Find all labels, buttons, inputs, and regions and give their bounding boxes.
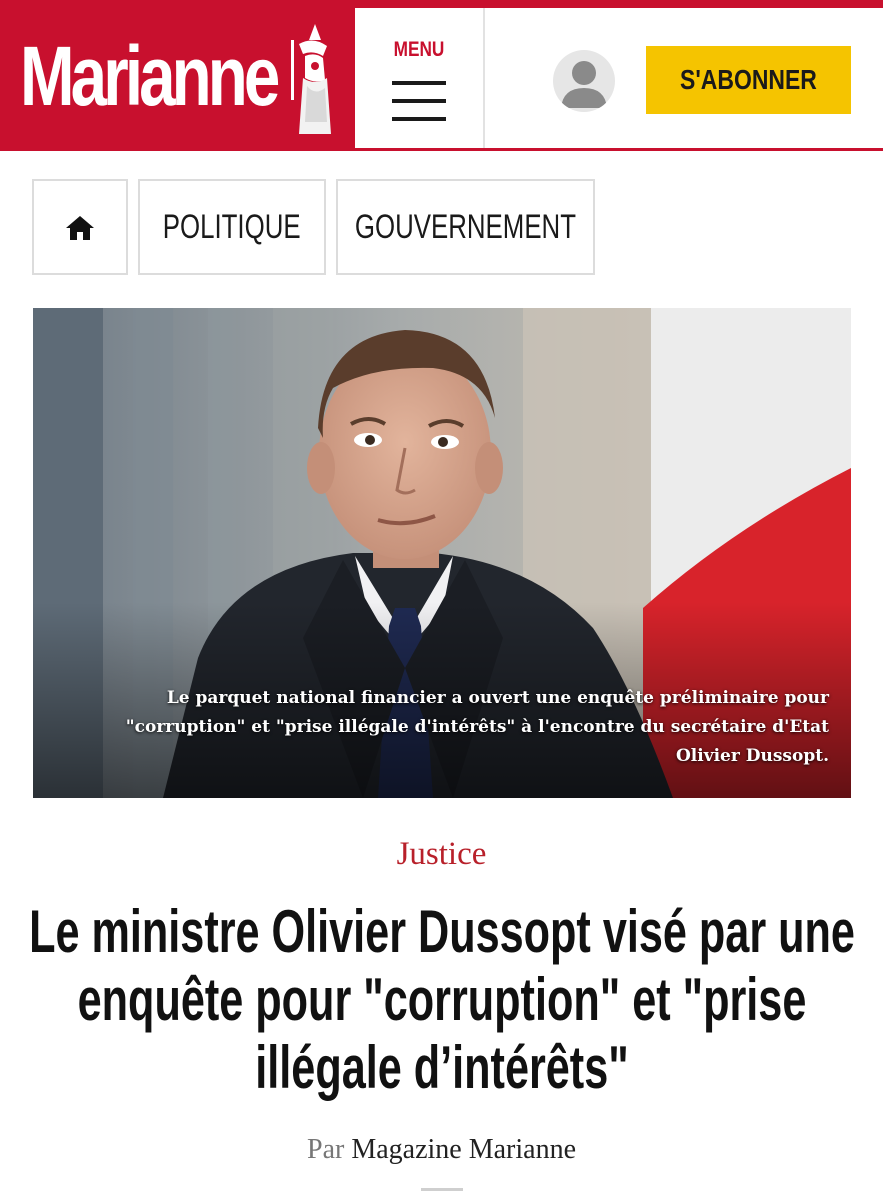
header-bottom-border (0, 148, 883, 151)
menu-button[interactable]: MENU (355, 8, 485, 148)
byline-author-link[interactable]: Magazine Marianne (351, 1134, 576, 1165)
breadcrumb-gouvernement-label: GOUVERNEMENT (354, 207, 577, 246)
article-category-link[interactable]: Justice (0, 832, 883, 876)
logo-wordmark: Marianne (20, 29, 280, 123)
article-title-text: Le ministre Olivier Dussopt visé par une… (29, 898, 855, 1101)
article-byline: Par Magazine Marianne (0, 1130, 883, 1170)
byline-divider (421, 1188, 463, 1191)
hero-image: Le parquet national financier a ouvert u… (33, 308, 851, 798)
site-header: Marianne MENU S'ABONNER (0, 0, 883, 152)
hero-caption: Le parquet national financier a ouvert u… (125, 688, 829, 766)
menu-label: MENU (393, 38, 445, 61)
user-avatar-icon[interactable] (553, 50, 615, 112)
home-icon (66, 216, 94, 240)
breadcrumb-home[interactable] (32, 179, 128, 275)
subscribe-button[interactable]: S'ABONNER (646, 46, 851, 114)
breadcrumb-politique-label: POLITIQUE (163, 207, 301, 246)
breadcrumb-politique[interactable]: POLITIQUE (138, 179, 326, 275)
hamburger-icon (392, 81, 446, 123)
marianne-figure-icon (291, 24, 331, 134)
header-top-border (0, 0, 883, 8)
article-title: Le ministre Olivier Dussopt visé par une… (20, 898, 863, 1102)
byline-prefix: Par (307, 1134, 345, 1165)
site-logo[interactable]: Marianne (0, 8, 355, 148)
breadcrumb-gouvernement[interactable]: GOUVERNEMENT (336, 179, 595, 275)
